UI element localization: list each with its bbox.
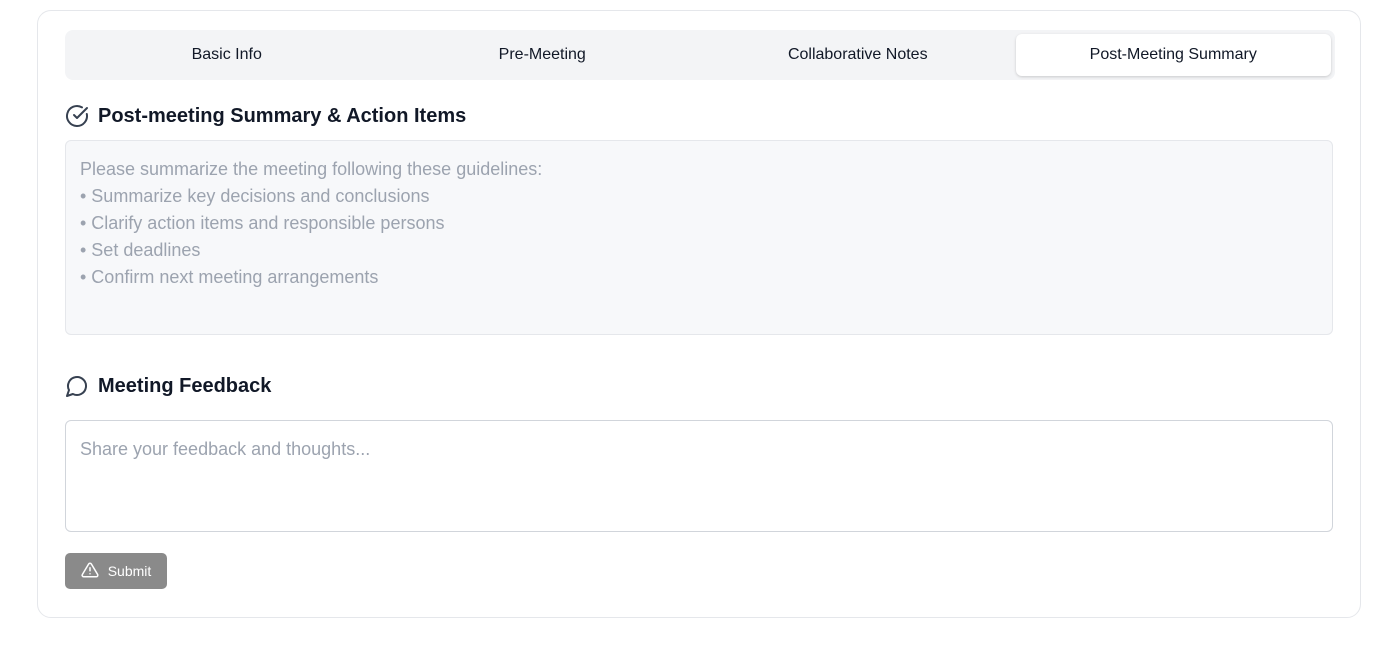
submit-label: Submit bbox=[107, 563, 152, 579]
feedback-placeholder: Share your feedback and thoughts... bbox=[80, 439, 371, 459]
summary-placeholder-line: • Clarify action items and responsible p… bbox=[80, 213, 445, 233]
tab-post-meeting-summary[interactable]: Post-Meeting Summary bbox=[1015, 34, 1331, 76]
tab-bar: Basic Info Pre-Meeting Collaborative Not… bbox=[65, 30, 1335, 80]
summary-placeholder-line: • Set deadlines bbox=[80, 240, 201, 260]
tab-pre-meeting[interactable]: Pre-Meeting bbox=[385, 34, 701, 76]
warning-triangle-icon bbox=[81, 561, 99, 582]
submit-button[interactable]: Submit bbox=[65, 553, 167, 589]
feedback-section-title: Meeting Feedback bbox=[65, 374, 271, 398]
tab-label: Post-Meeting Summary bbox=[1089, 46, 1257, 63]
summary-title: Post-meeting Summary & Action Items bbox=[98, 104, 467, 127]
tab-label: Basic Info bbox=[191, 46, 262, 63]
meeting-card: Basic Info Pre-Meeting Collaborative Not… bbox=[37, 10, 1361, 618]
tab-label: Collaborative Notes bbox=[787, 46, 928, 63]
tab-collaborative-notes[interactable]: Collaborative Notes bbox=[700, 34, 1016, 76]
summary-placeholder-line: Please summarize the meeting following t… bbox=[80, 159, 543, 179]
tab-basic-info[interactable]: Basic Info bbox=[69, 34, 385, 76]
feedback-textarea[interactable]: Share your feedback and thoughts... bbox=[65, 420, 1333, 532]
summary-section-title: Post-meeting Summary & Action Items bbox=[65, 104, 466, 128]
feedback-title: Meeting Feedback bbox=[98, 374, 272, 397]
check-circle-icon bbox=[65, 104, 89, 128]
summary-placeholder-line: • Confirm next meeting arrangements bbox=[80, 267, 379, 287]
summary-textarea[interactable]: Please summarize the meeting following t… bbox=[65, 140, 1333, 335]
message-circle-icon bbox=[65, 374, 89, 398]
tab-label: Pre-Meeting bbox=[498, 46, 586, 63]
summary-placeholder-line: • Summarize key decisions and conclusion… bbox=[80, 186, 430, 206]
